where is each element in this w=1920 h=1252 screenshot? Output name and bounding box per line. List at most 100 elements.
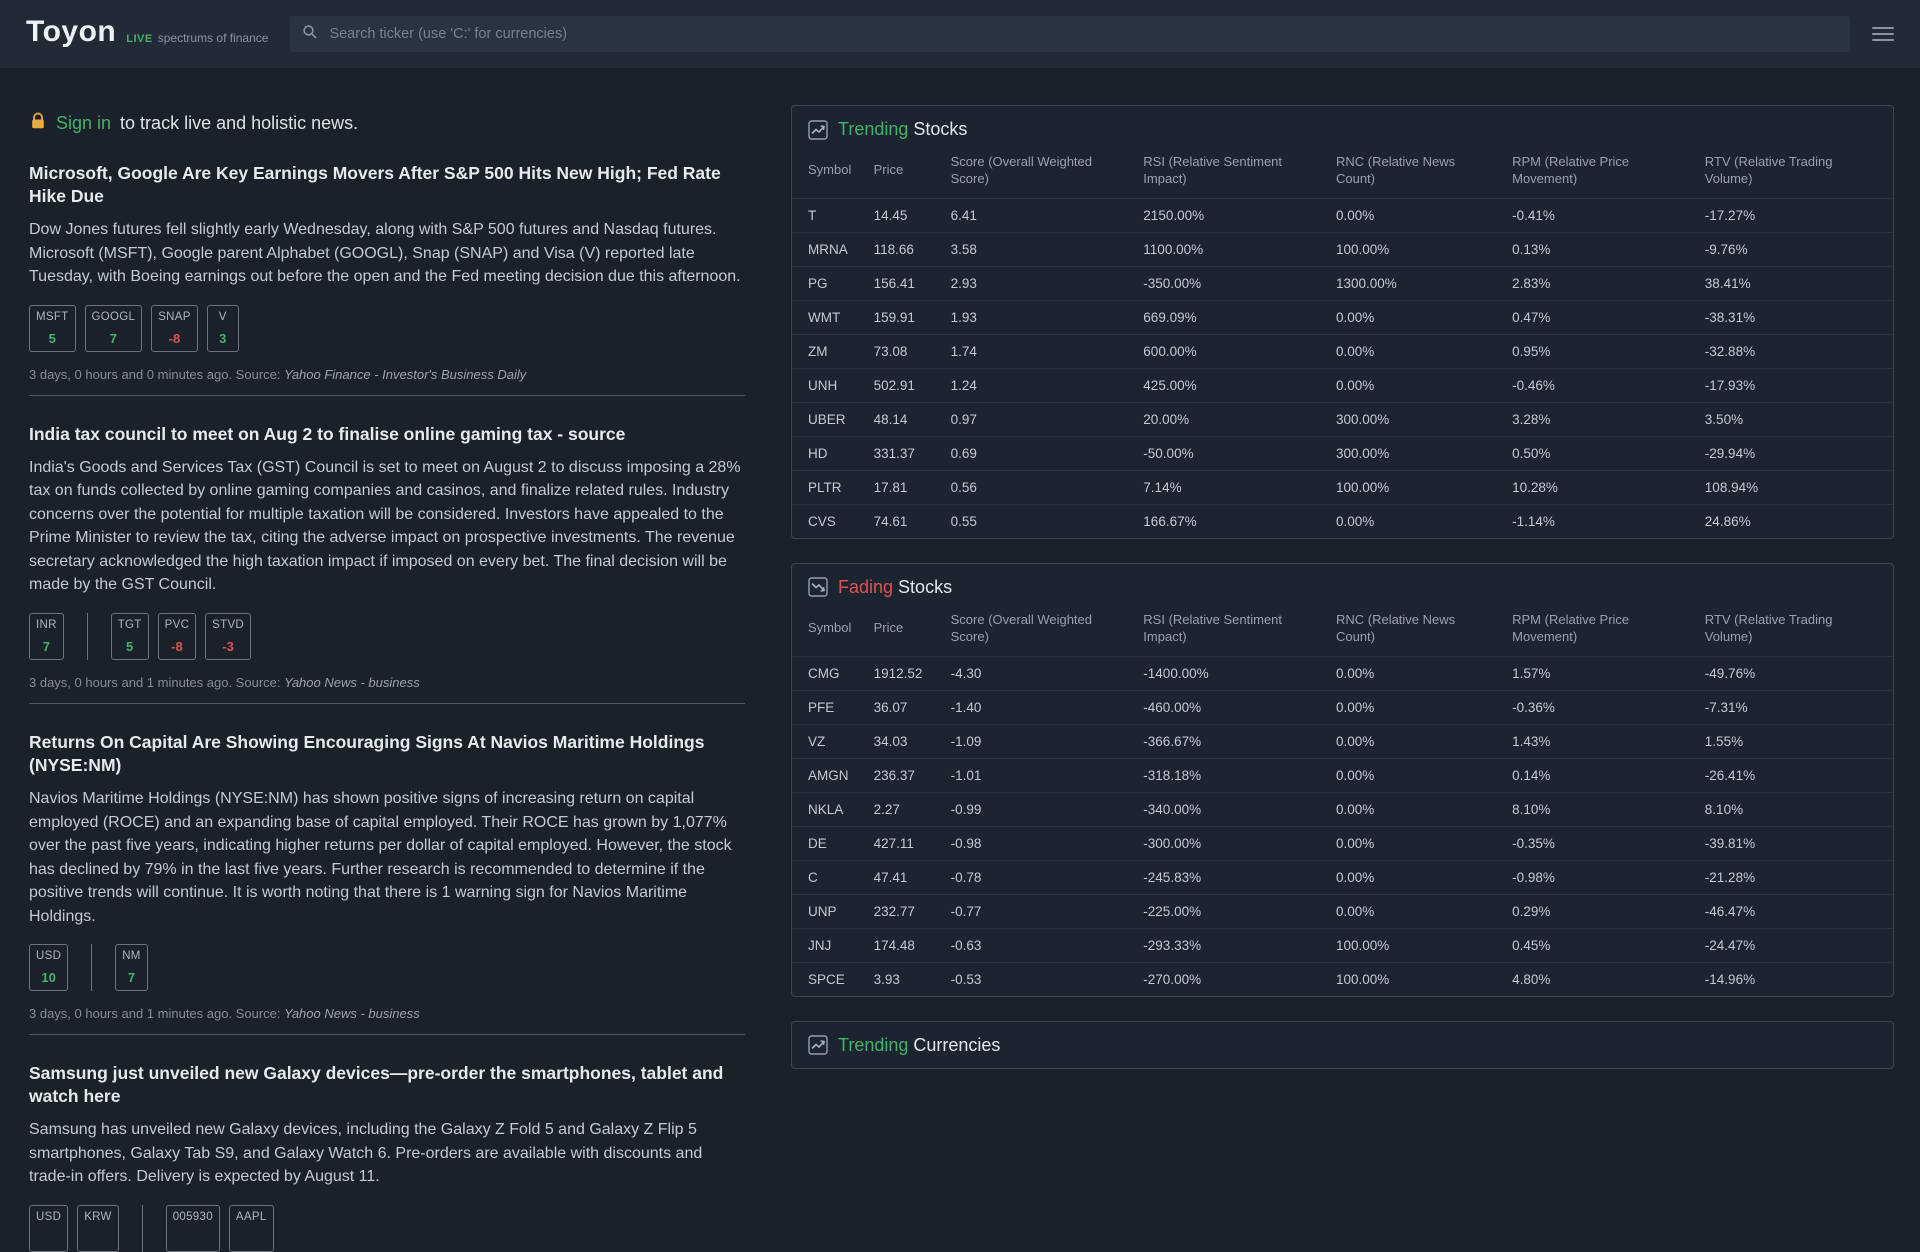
stocks-table: SymbolPriceScore (Overall Weighted Score… <box>792 152 1893 538</box>
cell-value: 3.58 <box>941 232 1134 266</box>
cell-value: -300.00% <box>1133 826 1326 860</box>
chip-value: 5 <box>49 331 56 346</box>
cell-value: 166.67% <box>1133 504 1326 538</box>
chip-symbol: INR <box>36 619 57 631</box>
cell-value: -21.28% <box>1695 860 1893 894</box>
table-row[interactable]: AMGN236.37-1.01-318.18%0.00%0.14%-26.41% <box>792 758 1893 792</box>
meta-source: Yahoo News - business <box>284 675 420 690</box>
cell-price: 73.08 <box>864 334 941 368</box>
chip-separator <box>87 613 88 660</box>
ticker-chip[interactable]: TGT 5 <box>111 613 149 660</box>
chip-symbol: STVD <box>212 619 244 631</box>
ticker-chip[interactable]: V 3 <box>207 305 239 352</box>
search-input[interactable] <box>327 25 1838 43</box>
cell-value: 1.74 <box>941 334 1134 368</box>
cell-value: -318.18% <box>1133 758 1326 792</box>
cell-value: -270.00% <box>1133 962 1326 996</box>
cell-value: 10.28% <box>1502 470 1695 504</box>
column-header: RTV (Relative Trading Volume) <box>1695 610 1893 656</box>
chip-row: INR 7 TGT 5 PVC -8 STVD -3 <box>29 613 745 660</box>
column-header: RPM (Relative Price Movement) <box>1502 610 1695 656</box>
ticker-chip[interactable]: MSFT 5 <box>29 305 76 352</box>
ticker-chip[interactable]: STVD -3 <box>205 613 251 660</box>
signin-link[interactable]: Sign in <box>56 113 111 134</box>
table-row[interactable]: WMT159.911.93669.09%0.00%0.47%-38.31% <box>792 300 1893 334</box>
chip-symbol: TGT <box>118 619 142 631</box>
panel-header: TrendingStocks <box>792 106 1893 152</box>
article-headline[interactable]: Microsoft, Google Are Key Earnings Mover… <box>29 162 745 208</box>
ticker-chip[interactable]: SNAP -8 <box>151 305 198 352</box>
table-row[interactable]: T14.456.412150.00%0.00%-0.41%-17.27% <box>792 198 1893 232</box>
table-row[interactable]: UNH502.911.24425.00%0.00%-0.46%-17.93% <box>792 368 1893 402</box>
article-headline[interactable]: India tax council to meet on Aug 2 to fi… <box>29 423 745 446</box>
table-row[interactable]: NKLA2.27-0.99-340.00%0.00%8.10%8.10% <box>792 792 1893 826</box>
cell-value: -0.41% <box>1502 198 1695 232</box>
cell-value: 0.56 <box>941 470 1134 504</box>
chip-row: USD KRW 005930 AAPL <box>29 1205 745 1252</box>
cell-price: 14.45 <box>864 198 941 232</box>
news-article: Microsoft, Google Are Key Earnings Mover… <box>29 162 745 396</box>
cell-symbol: UBER <box>792 402 864 436</box>
article-divider <box>29 703 745 704</box>
ticker-chip[interactable]: INR 7 <box>29 613 64 660</box>
ticker-chip[interactable]: KRW <box>77 1205 119 1252</box>
table-row[interactable]: HD331.370.69-50.00%300.00%0.50%-29.94% <box>792 436 1893 470</box>
column-header: Price <box>864 152 941 198</box>
ticker-chip[interactable]: NM 7 <box>115 944 148 991</box>
table-row[interactable]: DE427.11-0.98-300.00%0.00%-0.35%-39.81% <box>792 826 1893 860</box>
cell-value: 7.14% <box>1133 470 1326 504</box>
cell-price: 427.11 <box>864 826 941 860</box>
cell-value: -1400.00% <box>1133 656 1326 690</box>
ticker-chip[interactable]: PVC -8 <box>158 613 197 660</box>
table-row[interactable]: ZM73.081.74600.00%0.00%0.95%-32.88% <box>792 334 1893 368</box>
cell-value: 4.80% <box>1502 962 1695 996</box>
ticker-chip[interactable]: 005930 <box>166 1205 220 1252</box>
cell-symbol: PFE <box>792 690 864 724</box>
ticker-chip[interactable]: AAPL <box>229 1205 274 1252</box>
table-row[interactable]: UBER48.140.9720.00%300.00%3.28%3.50% <box>792 402 1893 436</box>
articles: Microsoft, Google Are Key Earnings Mover… <box>29 162 745 1252</box>
menu-button[interactable] <box>1872 23 1894 45</box>
panel-header: TrendingCurrencies <box>792 1022 1893 1068</box>
main-content: Sign in to track live and holistic news.… <box>0 68 1920 1252</box>
cell-value: 0.00% <box>1326 690 1502 724</box>
table-row[interactable]: PFE36.07-1.40-460.00%0.00%-0.36%-7.31% <box>792 690 1893 724</box>
panel-title: TrendingCurrencies <box>838 1035 1000 1056</box>
chip-row: USD 10 NM 7 <box>29 944 745 991</box>
table-row[interactable]: MRNA118.663.581100.00%100.00%0.13%-9.76% <box>792 232 1893 266</box>
ticker-chip[interactable]: GOOGL 7 <box>85 305 143 352</box>
chip-separator <box>91 944 92 991</box>
cell-value: -17.93% <box>1695 368 1893 402</box>
cell-value: -32.88% <box>1695 334 1893 368</box>
article-body: Navios Maritime Holdings (NYSE:NM) has s… <box>29 787 745 928</box>
meta-text: 3 days, 0 hours and 1 minutes ago. Sourc… <box>29 1006 284 1021</box>
article-headline[interactable]: Samsung just unveiled new Galaxy devices… <box>29 1062 745 1108</box>
cell-value: -50.00% <box>1133 436 1326 470</box>
cell-value: 0.29% <box>1502 894 1695 928</box>
chip-value: -3 <box>222 639 234 654</box>
cell-price: 36.07 <box>864 690 941 724</box>
table-row[interactable]: CMG1912.52-4.30-1400.00%0.00%1.57%-49.76… <box>792 656 1893 690</box>
table-row[interactable]: PLTR17.810.567.14%100.00%10.28%108.94% <box>792 470 1893 504</box>
cell-value: -29.94% <box>1695 436 1893 470</box>
chip-symbol: GOOGL <box>92 311 136 323</box>
search-box[interactable] <box>290 16 1850 52</box>
cell-value: 0.95% <box>1502 334 1695 368</box>
cell-price: 236.37 <box>864 758 941 792</box>
table-row[interactable]: SPCE3.93-0.53-270.00%100.00%4.80%-14.96% <box>792 962 1893 996</box>
cell-value: 0.00% <box>1326 504 1502 538</box>
cell-value: 8.10% <box>1695 792 1893 826</box>
table-row[interactable]: C47.41-0.78-245.83%0.00%-0.98%-21.28% <box>792 860 1893 894</box>
table-row[interactable]: VZ34.03-1.09-366.67%0.00%1.43%1.55% <box>792 724 1893 758</box>
ticker-chip[interactable]: USD <box>29 1205 68 1252</box>
ticker-chip[interactable]: USD 10 <box>29 944 68 991</box>
table-row[interactable]: PG156.412.93-350.00%1300.00%2.83%38.41% <box>792 266 1893 300</box>
cell-value: 1.57% <box>1502 656 1695 690</box>
article-headline[interactable]: Returns On Capital Are Showing Encouragi… <box>29 731 745 777</box>
meta-text: 3 days, 0 hours and 1 minutes ago. Sourc… <box>29 675 284 690</box>
table-row[interactable]: JNJ174.48-0.63-293.33%100.00%0.45%-24.47… <box>792 928 1893 962</box>
table-row[interactable]: UNP232.77-0.77-225.00%0.00%0.29%-46.47% <box>792 894 1893 928</box>
table-row[interactable]: CVS74.610.55166.67%0.00%-1.14%24.86% <box>792 504 1893 538</box>
cell-price: 232.77 <box>864 894 941 928</box>
cell-value: -0.78 <box>941 860 1134 894</box>
